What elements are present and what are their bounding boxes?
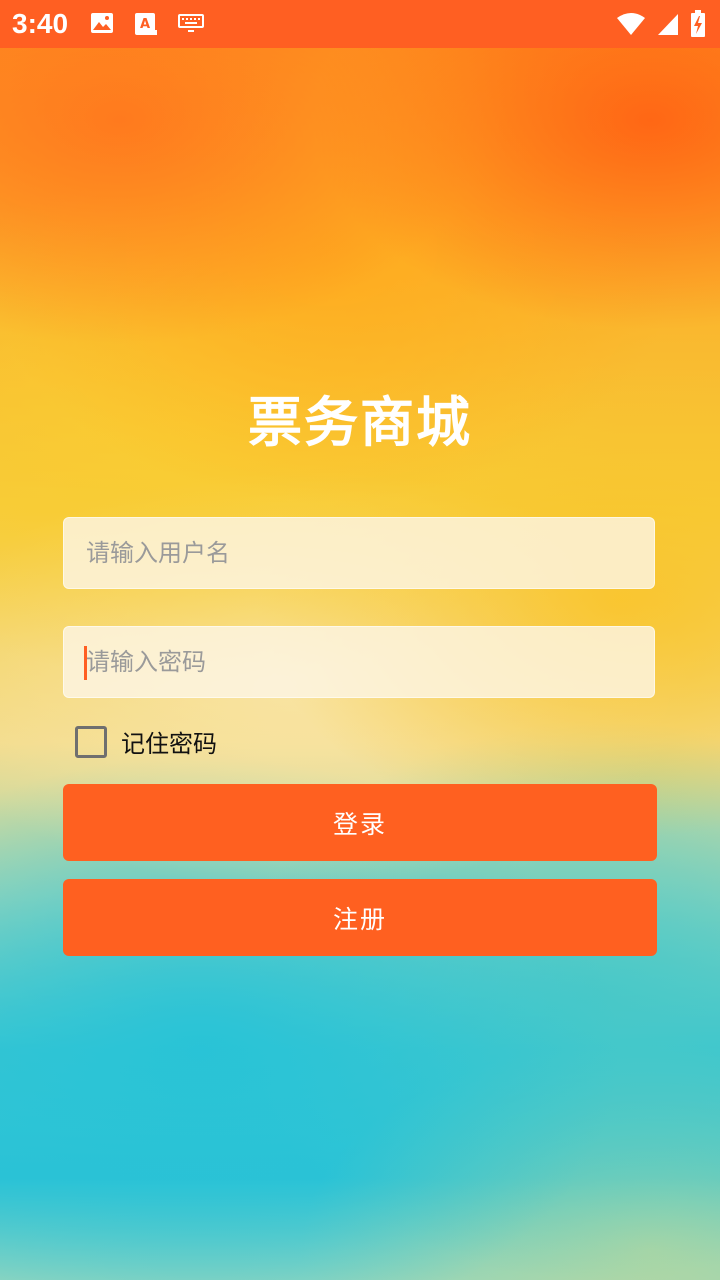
app-title: 票务商城 [248, 391, 472, 454]
image-icon [90, 12, 114, 40]
cell-signal-icon [656, 12, 680, 40]
login-screen: 3:40 A 票务商城 请输入用户名 记住密码 登录 注册 [0, 0, 720, 1280]
username-input[interactable] [64, 518, 654, 588]
notification-icons: A [90, 12, 204, 40]
login-button[interactable]: 登录 [63, 784, 657, 861]
remember-password-checkbox[interactable] [75, 725, 107, 758]
system-icons [616, 10, 706, 42]
wifi-icon [616, 12, 646, 40]
battery-charging-icon [690, 10, 706, 42]
text-cursor [84, 646, 87, 680]
username-field[interactable] [63, 517, 655, 589]
password-field[interactable] [63, 626, 655, 698]
keyboard-icon [178, 12, 204, 40]
remember-password-row[interactable]: 记住密码 [75, 724, 217, 759]
status-bar: 3:40 A [0, 0, 720, 48]
text-a-icon: A [134, 12, 158, 40]
status-time: 3:40 [12, 8, 69, 39]
remember-password-label: 记住密码 [121, 730, 217, 758]
password-input[interactable] [64, 627, 654, 697]
register-button[interactable]: 注册 [63, 879, 657, 956]
svg-text:A: A [140, 17, 150, 32]
